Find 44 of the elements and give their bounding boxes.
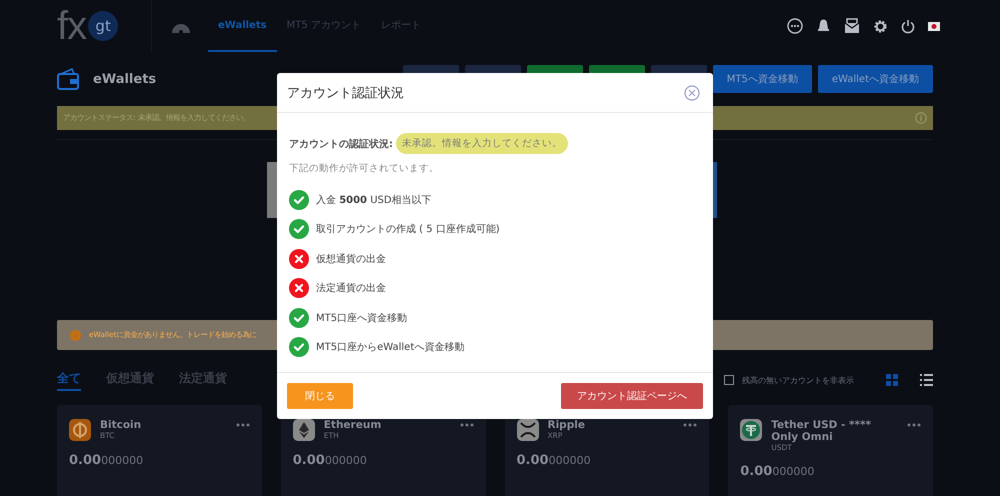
list-view-icon[interactable] <box>920 374 933 386</box>
wallet-balance: 0.00000000 <box>516 453 592 468</box>
action-button[interactable]: eWalletへ資金移動 <box>818 65 933 93</box>
nav-tab[interactable]: レポート <box>370 0 431 52</box>
tether-icon <box>740 419 762 441</box>
permission-text: 法定通貨の出金 <box>316 282 386 296</box>
cross-icon <box>516 419 538 441</box>
permission-text: MT5口座からeWalletへ資金移動 <box>316 340 464 354</box>
power-icon[interactable] <box>901 18 915 34</box>
dialog-title: アカウント認証状況 <box>287 84 404 102</box>
wallet-balance: 0.00000000 <box>69 453 144 468</box>
close-button[interactable]: 閉じる <box>287 383 353 409</box>
wallet-name: Tether USD - **** Only Omni <box>771 419 872 444</box>
status-badge: 未承認。情報を入力してください。 <box>396 133 568 154</box>
info-icon <box>915 112 927 124</box>
more-icon[interactable] <box>787 18 803 34</box>
wallet-balance: 0.00000000 <box>740 464 816 480</box>
settings-icon[interactable] <box>873 18 888 34</box>
filter-tab[interactable]: 全て <box>57 370 81 390</box>
wallet-name: Ripple <box>548 419 586 432</box>
grid-view-icon[interactable] <box>886 374 898 386</box>
wallet-name: Ethereum <box>324 419 382 432</box>
wallet-icon <box>57 68 79 90</box>
mail-icon[interactable] <box>844 18 860 34</box>
flag-icon[interactable] <box>928 22 940 30</box>
logo[interactable]: fx gt <box>57 1 145 51</box>
nav-tab[interactable]: MT5 アカウント <box>276 0 371 52</box>
intro-text: 下記の動作が許可されています。 <box>289 162 440 175</box>
checkbox[interactable] <box>724 375 734 385</box>
action-button[interactable]: MT5へ資金移動 <box>712 65 812 93</box>
nav-tab[interactable]: eWallets <box>208 0 277 52</box>
permission-text: 仮想通貨の出金 <box>316 252 386 266</box>
info-icon <box>70 330 81 340</box>
permission-text: 取引アカウントの作成 ( 5 口座作成可能) <box>316 222 500 236</box>
close-icon[interactable] <box>684 84 700 100</box>
bell-icon[interactable] <box>816 18 831 34</box>
verify-button[interactable]: アカウント認証ページへ <box>561 383 703 409</box>
permission-text: MT5口座へ資金移動 <box>316 312 408 325</box>
status-label: アカウントの認証状況: <box>289 138 393 150</box>
wallet-balance: 0.00000000 <box>292 453 368 468</box>
checkbox-label: 残高の無いアカウントを非表示 <box>742 374 854 386</box>
wallet-name: Bitcoin <box>100 419 142 432</box>
page-title: eWallets <box>93 72 156 86</box>
permission-text: 入金 5000 USD相当以下 <box>316 194 432 207</box>
